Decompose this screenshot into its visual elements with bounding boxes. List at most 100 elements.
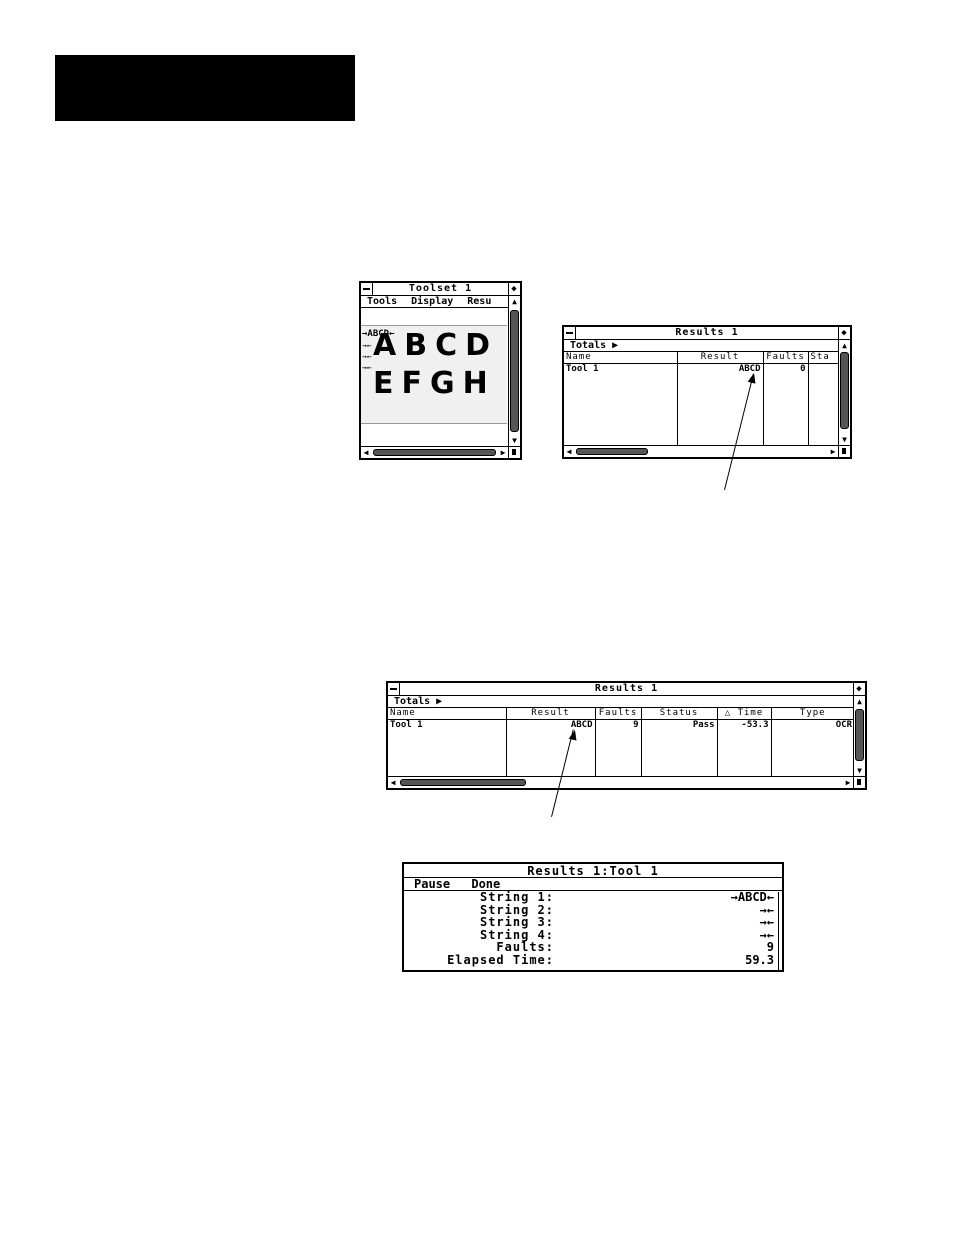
results-window-wide: Results 1 ◆ Totals ▶ Name Result Faults … [386, 681, 867, 790]
string-1-value: →ABCD← [730, 890, 774, 904]
cell-name: Tool 1 [564, 363, 678, 375]
faults-value: 9 [766, 940, 774, 954]
col-result[interactable]: Result [506, 708, 596, 720]
arrow-up-icon[interactable]: ▲ [854, 696, 865, 707]
minus-icon[interactable] [388, 683, 400, 695]
menu-display[interactable]: Display [411, 296, 453, 307]
cell-type: OCR [835, 720, 852, 730]
faults-label: Faults: [496, 940, 554, 954]
results-wide-titlebar[interactable]: Results 1 ◆ [388, 683, 865, 696]
col-status[interactable]: Status [641, 708, 718, 720]
toolset-window: Toolset 1 ◆ Tools Display Resu →ABCD← →← →… [359, 281, 522, 460]
ocr-row-2: EFGH [373, 366, 496, 401]
arrow-up-icon[interactable]: ▲ [839, 340, 850, 351]
chapter-header-bar [55, 55, 355, 121]
table-row[interactable]: Tool 1 ABCD 0 [564, 363, 841, 376]
results-wide-title: Results 1 [594, 683, 659, 694]
string-3-label: String 3: [479, 915, 554, 929]
col-faults[interactable]: Faults [595, 708, 642, 720]
arrow-down-icon[interactable]: ▼ [854, 765, 865, 776]
detail-scroll-edge [778, 892, 782, 970]
arrow-right-icon[interactable]: ▶ [828, 446, 838, 457]
col-faults[interactable]: Faults [763, 352, 809, 364]
results-small-vscroll-thumb[interactable] [840, 352, 849, 429]
arrow-right-icon[interactable]: ▶ [498, 447, 508, 458]
diamond-icon[interactable]: ◆ [508, 283, 520, 295]
diamond-icon[interactable]: ◆ [853, 683, 865, 695]
minus-icon[interactable] [361, 283, 373, 295]
toolset-vscroll-thumb[interactable] [510, 310, 519, 432]
results-small-title: Results 1 [675, 327, 739, 338]
menu-results[interactable]: Resu [467, 296, 491, 307]
table-row[interactable]: Tool 1 ABCD 9 Pass -53.3 OCR [388, 719, 854, 731]
string-2-marker: →← [362, 341, 372, 350]
col-name[interactable]: Name [564, 352, 678, 364]
results-small-titlebar[interactable]: Results 1 ◆ [564, 327, 850, 340]
arrow-down-icon[interactable]: ▼ [839, 434, 850, 445]
elapsed-time-value: 59.3 [745, 952, 774, 967]
ocr-row-1: ABCD [373, 328, 499, 363]
minus-icon[interactable] [564, 327, 576, 339]
results-small-table: Name Result Faults Sta Tool 1 ABCD 0 [564, 352, 841, 446]
resize-corner-icon[interactable] [853, 776, 865, 788]
done-menu[interactable]: Done [471, 877, 500, 891]
detail-menubar: Pause Done [404, 878, 782, 891]
elapsed-time-label: Elapsed Time: [447, 952, 554, 967]
toolset-vscroll[interactable]: ▲ ▼ [508, 296, 520, 446]
string-3-marker: →← [362, 352, 372, 361]
results-wide-hscroll-thumb[interactable] [400, 779, 526, 786]
totals-menu[interactable]: Totals ▶ [394, 696, 442, 707]
col-type[interactable]: Type [771, 708, 854, 720]
toolset-hscroll-thumb[interactable] [373, 449, 496, 456]
detail-row-string-1: String 1: →ABCD← [404, 891, 782, 904]
results-window-small: Results 1 ◆ Totals ▶ Name Result Faults … [562, 325, 852, 459]
results-wide-vscroll-thumb[interactable] [855, 709, 864, 761]
results-wide-hscroll[interactable]: ◀ ▶ [388, 776, 853, 788]
results-small-menubar: Totals ▶ [564, 340, 838, 352]
cell-status [808, 364, 841, 376]
detail-row-string-4: String 4: →← [404, 928, 782, 942]
arrow-down-icon[interactable]: ▼ [509, 435, 520, 446]
toolset-title: Toolset 1 [408, 283, 473, 294]
arrow-left-icon[interactable]: ◀ [564, 446, 574, 457]
detail-row-elapsed-time: Elapsed Time: 59.3 [404, 952, 782, 967]
results-small-hscroll[interactable]: ◀ ▶ [564, 445, 838, 457]
results-small-vscroll[interactable]: ▲ ▼ [838, 340, 850, 445]
detail-row-string-3: String 3: →← [404, 916, 782, 929]
results-wide-menubar: Totals ▶ [388, 696, 853, 708]
totals-menu[interactable]: Totals ▶ [570, 340, 618, 351]
cell-time: -53.3 [717, 719, 772, 731]
cell-faults: 9 [595, 719, 642, 731]
col-time[interactable]: △ Time [717, 708, 772, 720]
resize-corner-icon[interactable] [838, 445, 850, 457]
string-4-marker: →← [362, 363, 372, 372]
col-name[interactable]: Name [388, 708, 507, 720]
tool-detail-window: Results 1:Tool 1 Pause Done String 1: →A… [402, 862, 784, 972]
string-3-value: →← [759, 915, 774, 929]
arrow-left-icon[interactable]: ◀ [388, 777, 398, 788]
resize-corner-icon[interactable] [508, 446, 520, 458]
arrow-right-icon[interactable]: ▶ [843, 777, 853, 788]
arrow-left-icon[interactable]: ◀ [361, 447, 371, 458]
col-status[interactable]: Sta [808, 352, 841, 364]
detail-title[interactable]: Results 1:Tool 1 [404, 864, 782, 878]
detail-row-faults: Faults: 9 [404, 941, 782, 954]
cell-status: Pass [641, 719, 718, 731]
col-result[interactable]: Result [677, 352, 764, 364]
cell-faults: 0 [763, 363, 809, 375]
toolset-hscroll[interactable]: ◀ ▶ [361, 446, 508, 458]
detail-row-string-2: String 2: →← [404, 903, 782, 917]
results-wide-table: Name Result Faults Status △ Time Type To… [388, 708, 854, 777]
cell-result: ABCD [506, 719, 596, 731]
cell-name: Tool 1 [388, 719, 507, 731]
image-view[interactable]: →ABCD← →← →← →← ABCD EFGH [361, 325, 507, 424]
arrow-up-icon[interactable]: ▲ [509, 296, 520, 307]
string-1-label: String 1: [479, 890, 554, 904]
toolset-titlebar[interactable]: Toolset 1 ◆ [361, 283, 520, 296]
toolset-menubar: Tools Display Resu [361, 296, 508, 308]
results-wide-vscroll[interactable]: ▲ ▼ [853, 696, 865, 776]
pause-menu[interactable]: Pause [414, 877, 450, 891]
results-small-hscroll-thumb[interactable] [576, 448, 648, 455]
diamond-icon[interactable]: ◆ [838, 327, 850, 339]
menu-tools[interactable]: Tools [367, 296, 397, 307]
